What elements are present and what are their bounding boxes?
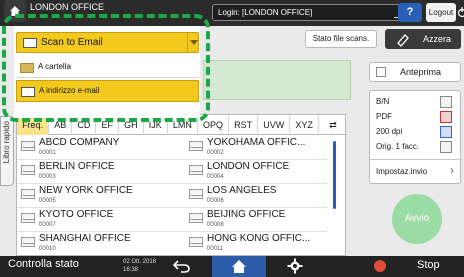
setting-color: B/N (376, 95, 452, 109)
envelope-icon (21, 237, 35, 247)
entry-number: 00005 (39, 198, 56, 204)
pdf-icon (440, 111, 452, 123)
entry-number: 00011 (207, 246, 224, 252)
entry-name: SHANGHAI OFFICE (39, 233, 131, 244)
scrollbar[interactable] (333, 141, 336, 209)
setting-resolution: 200 dpi (376, 125, 452, 139)
anteprima-label: Anteprima (400, 67, 442, 77)
highlight-outline (2, 14, 210, 122)
entry-number: 00006 (207, 198, 224, 204)
list-item[interactable]: BEIJING OFFICE 00008 (185, 208, 335, 232)
list-item[interactable]: LONDON OFFICE 00004 (185, 160, 335, 184)
anteprima-button[interactable]: Anteprima (369, 62, 461, 82)
avvio-button[interactable]: Avvio (392, 194, 442, 244)
help-button[interactable]: ? (398, 3, 422, 22)
impostaz-invio-label[interactable]: Impostaz.invio (376, 165, 427, 179)
list-item[interactable]: YOKOHAMA OFFIC... 00002 (185, 136, 335, 160)
sort-icon[interactable]: ⇄ (319, 115, 347, 135)
eraser-icon (397, 34, 409, 47)
azzera-button[interactable]: Azzera (385, 29, 461, 49)
entry-name: ABCD COMPANY (39, 137, 120, 148)
chevron-right-icon[interactable]: › (450, 163, 454, 177)
page-title: LONDON OFFICE (30, 2, 105, 12)
list-item[interactable]: KYOTO OFFICE 00007 (17, 208, 167, 232)
entry-number: 00002 (207, 150, 224, 156)
entry-name: NEW YORK OFFICE (39, 185, 133, 196)
back-icon[interactable] (172, 258, 192, 274)
stop-button[interactable]: Stop (417, 259, 440, 271)
list-item[interactable]: NEW YORK OFFICE 00005 (17, 184, 167, 208)
list-item[interactable]: SHANGHAI OFFICE 00010 (17, 232, 167, 256)
stato-file-scans-button[interactable]: Stato file scans. (305, 30, 377, 48)
address-book-panel: Freq. AB CD EF GH IJK LMN OPQ RST UVW XY… (16, 114, 347, 256)
settings-divider (370, 159, 462, 160)
stop-icon[interactable] (374, 260, 386, 272)
controlla-stato-button[interactable]: Controlla stato (8, 258, 79, 270)
gear-icon[interactable] (287, 258, 303, 274)
tab-uvw[interactable]: UVW (258, 115, 291, 135)
color-mode-icon (440, 96, 452, 108)
list-item[interactable]: BERLIN OFFICE 00003 (17, 160, 167, 184)
entry-number: 00001 (39, 150, 56, 156)
resolution-icon (440, 126, 452, 138)
destination-field[interactable] (203, 60, 351, 100)
logout-button[interactable]: Logout (426, 3, 456, 22)
entry-name: KYOTO OFFICE (39, 209, 114, 220)
side-tab-label: Libro rapido (2, 121, 11, 164)
envelope-icon (21, 141, 35, 151)
time-text: 16:38 (123, 267, 139, 273)
envelope-icon (21, 165, 35, 175)
setting-label: 200 dpi (376, 127, 403, 136)
setting-label: PDF (376, 112, 392, 121)
entry-name: LOS ANGELES (207, 185, 277, 196)
entry-name: YOKOHAMA OFFIC... (207, 137, 306, 148)
entry-name: BEIJING OFFICE (207, 209, 286, 220)
entry-number: 00003 (39, 174, 56, 180)
tab-xyz[interactable]: XYZ (290, 115, 319, 135)
setting-original: Orig. 1 facc. (376, 140, 452, 154)
envelope-icon (189, 165, 203, 175)
login-label: Login: [LONDON OFFICE] (218, 8, 313, 17)
checkbox-icon (376, 67, 386, 77)
envelope-icon (21, 213, 35, 223)
entry-name: LONDON OFFICE (207, 161, 290, 172)
timestamp: 02 Ott. 2018 16:38 (123, 258, 156, 274)
azzera-label: Azzera (423, 34, 452, 44)
setting-format: PDF (376, 110, 452, 124)
envelope-icon (189, 213, 203, 223)
login-status[interactable]: Login: [LONDON OFFICE] (212, 4, 402, 21)
entry-number: 00007 (39, 222, 56, 228)
envelope-icon (189, 237, 203, 247)
bottom-bar: Controlla stato 02 Ott. 2018 16:38 Stop (0, 256, 464, 277)
list-item[interactable]: LOS ANGELES 00006 (185, 184, 335, 208)
envelope-icon (189, 141, 203, 151)
tab-rst[interactable]: RST (229, 115, 259, 135)
scan-settings-panel[interactable]: B/N PDF 200 dpi Orig. 1 facc. Impostaz.i… (369, 90, 462, 184)
home-icon (232, 260, 246, 273)
list-item[interactable]: HONG KONG OFFIC... 00011 (185, 232, 335, 256)
power-icon[interactable] (458, 5, 464, 19)
home-button[interactable] (212, 256, 266, 277)
entry-name: HONG KONG OFFIC... (207, 233, 311, 244)
entry-number: 00008 (207, 222, 224, 228)
entry-name: BERLIN OFFICE (39, 161, 115, 172)
date-text: 02 Ott. 2018 (123, 259, 157, 265)
entry-number: 00004 (207, 174, 224, 180)
envelope-icon (189, 189, 203, 199)
entry-number: 00010 (39, 246, 56, 252)
side-tab-libro-rapido[interactable]: Libro rapido (0, 116, 14, 186)
envelope-icon (21, 189, 35, 199)
setting-label: B/N (376, 97, 390, 106)
setting-label: Orig. 1 facc. (376, 142, 420, 151)
original-sides-icon (440, 141, 452, 153)
list-item[interactable]: ABCD COMPANY 00001 (17, 136, 167, 160)
